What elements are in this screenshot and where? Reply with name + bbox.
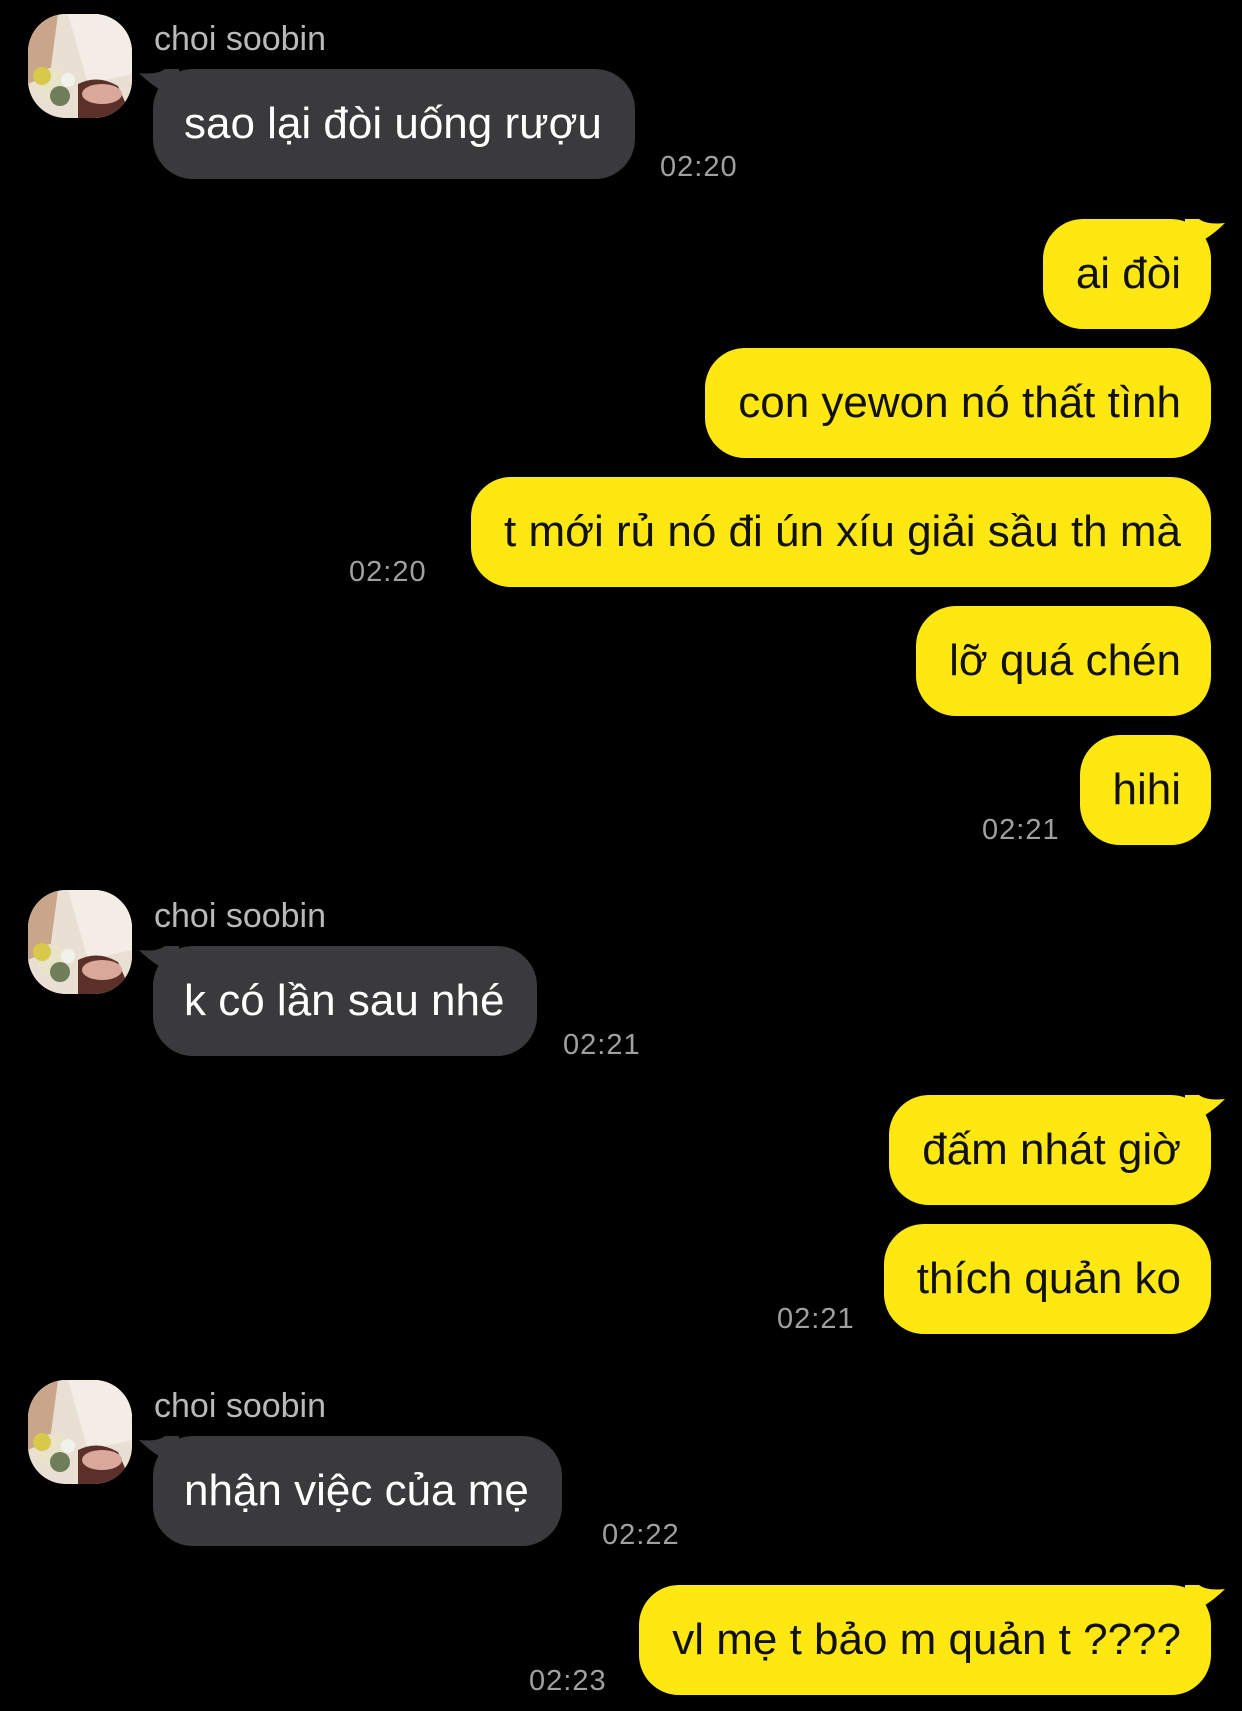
message-text: hihi [1112, 765, 1182, 814]
message-text: ai đòi [1075, 249, 1181, 298]
message-text: con yewon nó thất tình [738, 378, 1181, 427]
message-bubble-outgoing[interactable]: con yewon nó thất tình [705, 348, 1211, 458]
message-text: vl mẹ t bảo m quản t ???? [672, 1615, 1181, 1664]
message-text: nhận việc của mẹ [184, 1466, 529, 1515]
message-timestamp: 02:21 [563, 1029, 641, 1061]
message-text: k có lần sau nhé [184, 976, 505, 1025]
message-text: thích quản ko [916, 1254, 1181, 1303]
message-bubble-outgoing[interactable]: đấm nhát giờ [889, 1095, 1225, 1205]
message-bubble-outgoing[interactable]: ai đòi [1042, 219, 1225, 329]
message-text: lỡ quá chén [949, 636, 1181, 685]
avatar-photo [28, 1380, 132, 1484]
avatar-photo [28, 890, 132, 994]
message-text: t mới rủ nó đi ún xíu giải sầu th mà [504, 507, 1181, 556]
message-timestamp: 02:21 [982, 814, 1060, 846]
bubble-tail [1185, 1095, 1225, 1125]
bubble-tail [139, 69, 179, 99]
message-timestamp: 02:20 [349, 556, 427, 588]
message-bubble-incoming[interactable]: k có lần sau nhé [139, 946, 538, 1056]
bubble-tail [1185, 219, 1225, 249]
avatar[interactable] [28, 890, 132, 994]
message-bubble-outgoing[interactable]: lỡ quá chén [916, 606, 1211, 716]
message-timestamp: 02:20 [660, 151, 738, 183]
message-text: sao lại đòi uống rượu [184, 99, 602, 148]
avatar[interactable] [28, 1380, 132, 1484]
sender-name: choi soobin [154, 897, 327, 935]
avatar-photo [28, 14, 132, 118]
message-bubble-incoming[interactable]: sao lại đòi uống rượu [139, 69, 635, 179]
bubble-tail [139, 1436, 179, 1466]
sender-name: choi soobin [154, 1387, 327, 1425]
message-timestamp: 02:22 [602, 1519, 680, 1551]
message-bubble-outgoing[interactable]: t mới rủ nó đi ún xíu giải sầu th mà [471, 477, 1211, 587]
message-text: đấm nhát giờ [922, 1125, 1181, 1174]
avatar[interactable] [28, 14, 132, 118]
message-bubble-incoming[interactable]: nhận việc của mẹ [139, 1436, 562, 1546]
bubble-tail [139, 946, 179, 976]
bubble-tail [1185, 1585, 1225, 1615]
message-bubble-outgoing[interactable]: vl mẹ t bảo m quản t ???? [639, 1585, 1225, 1695]
message-bubble-outgoing[interactable]: thích quản ko [883, 1224, 1211, 1334]
message-timestamp: 02:23 [529, 1665, 607, 1697]
message-timestamp: 02:21 [777, 1303, 855, 1335]
sender-name: choi soobin [154, 20, 327, 58]
message-bubble-outgoing[interactable]: hihi [1079, 735, 1211, 845]
